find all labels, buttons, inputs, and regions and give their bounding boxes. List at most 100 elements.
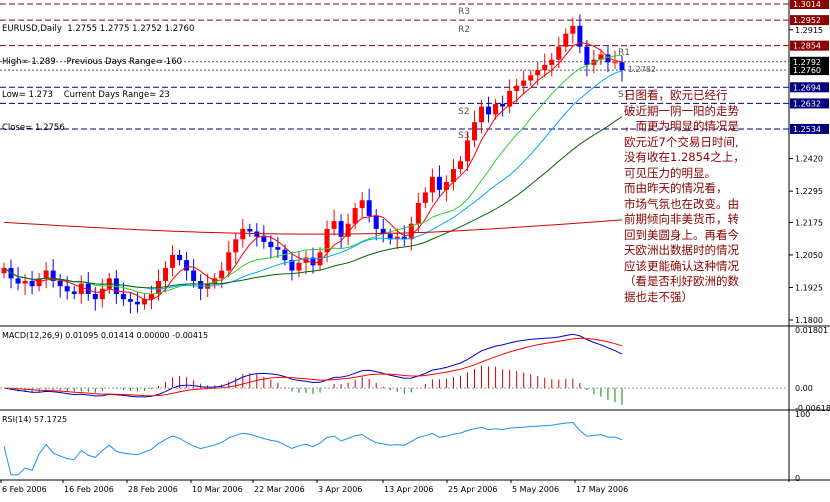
pivot-label-r3: R3 <box>458 7 470 17</box>
analysis-comment: 日图看，欧元已经行 破近期一阴一阳的走势 ，而更为明显的情况是 欧元近7个交易日… <box>624 88 776 305</box>
candle-body <box>261 236 267 242</box>
chart-title: EURUSD,Daily 1.2755 1.2775 1.2752 1.2760 <box>2 24 195 34</box>
price-highlight-label: 1.2534 <box>793 125 821 134</box>
candle-body <box>43 270 49 279</box>
comment-line: （看是否利好欧洲的数 <box>624 274 739 288</box>
candle-body <box>184 260 190 271</box>
price-tick-label: 1.2420 <box>795 155 823 164</box>
date-tick-label: 22 Mar 2006 <box>254 485 305 494</box>
info-line: Low= 1.273 Current Days Range= 23 <box>2 90 170 100</box>
comment-line: 欧元近7个交易日时间, <box>624 134 739 149</box>
candle-body <box>275 247 281 250</box>
price-highlight-label: 1.2952 <box>793 16 821 25</box>
candle-body <box>373 215 379 229</box>
candle-body <box>514 85 520 91</box>
candle-body <box>612 62 618 64</box>
comment-line: 据也走不强） <box>624 289 693 304</box>
pivot-label-s2: S2 <box>458 107 469 117</box>
price-tick-label: 1.2050 <box>795 251 823 260</box>
comment-line: ，而更为明显的情况是 <box>624 119 739 133</box>
price-highlight-label: 1.2760 <box>793 66 821 75</box>
info-line: High= 1.289 Previous Days Range= 160 <box>2 57 183 67</box>
date-tick-label: 17 May 2006 <box>576 485 628 494</box>
comment-line: 破近期一阴一阳的走势 <box>624 103 739 118</box>
price-tag: 1.2782 <box>628 65 656 74</box>
rsi-title: RSI(14) 57.1725 <box>2 415 67 424</box>
candle-body <box>570 25 576 34</box>
rsi-tick-label: 100 <box>795 410 810 419</box>
candle-body <box>233 239 239 253</box>
price-tick-label: 1.1800 <box>795 316 823 325</box>
candle-body <box>331 221 337 229</box>
candle-body <box>226 252 232 271</box>
candle-body <box>64 286 70 292</box>
info-line: Close= 1.2756 <box>2 123 65 133</box>
candle-body <box>127 299 133 302</box>
date-tick-label: 5 May 2006 <box>512 485 559 494</box>
candle-body <box>422 192 428 203</box>
candle-body <box>57 280 63 287</box>
candle-body <box>170 254 176 268</box>
macd-tick-label: 0.01801 <box>795 326 828 335</box>
candle-body <box>191 270 197 281</box>
candle-body <box>584 46 590 65</box>
candle-body <box>549 59 555 65</box>
date-tick-label: 16 Feb 2006 <box>64 485 114 494</box>
candle-body <box>163 267 169 281</box>
candle-body <box>177 254 183 261</box>
date-tick-label: 10 Mar 2006 <box>192 485 243 494</box>
candle-body <box>535 70 541 76</box>
candle-body <box>556 46 562 60</box>
date-tick-label: 25 Apr 2006 <box>448 485 497 494</box>
candle-body <box>296 262 302 271</box>
candle-body <box>247 228 253 232</box>
comment-line: 前期倾向非美货币，转 <box>624 212 739 226</box>
candle-body <box>92 293 98 300</box>
candle-body <box>429 176 435 193</box>
date-tick-label: 28 Feb 2006 <box>128 485 178 494</box>
comment-line: 而由昨天的情况看， <box>624 181 728 195</box>
candle-body <box>359 200 365 209</box>
price-highlight-label: 1.2694 <box>793 83 821 92</box>
candle-body <box>219 270 225 279</box>
candle-body <box>500 103 506 107</box>
comment-line: 没有收在1.2854之上， <box>624 150 745 164</box>
candle-body <box>99 288 105 300</box>
candle-body <box>465 140 470 162</box>
candle-body <box>493 103 499 115</box>
macd-title: MACD(12,26,9) 0.01095 0.01414 0.00000 -0… <box>2 331 208 340</box>
candle-body <box>563 33 569 47</box>
candle-body <box>542 64 548 71</box>
comment-line: 天欧洲出数据时的情况 <box>624 243 739 257</box>
comment-line: 可见压力的明显。 <box>624 165 716 180</box>
rsi-tick-label: 0 <box>795 474 800 483</box>
price-tick-label: 1.1925 <box>795 283 823 292</box>
candle-body <box>120 293 126 300</box>
date-tick-label: 6 Feb 2006 <box>2 485 47 494</box>
candle-body <box>415 202 421 224</box>
pivot-label-r1: R1 <box>618 48 630 58</box>
candle-body <box>15 278 21 284</box>
pivot-label-r2: R2 <box>458 25 470 35</box>
candle-body <box>134 301 140 305</box>
candle-body <box>486 106 492 115</box>
date-tick-label: 3 Apr 2006 <box>318 485 362 494</box>
candle-body <box>521 80 527 86</box>
price-highlight-label: 1.2632 <box>793 99 821 108</box>
ohlc-info-panel: EURUSD,Daily 1.2755 1.2775 1.2752 1.2760… <box>2 2 194 156</box>
comment-line: 市场气氛也在改变。由 <box>624 196 739 211</box>
candle-body <box>436 176 442 190</box>
comment-line: 回到美圆身上。再看今 <box>624 227 739 242</box>
price-highlight-label: 1.3014 <box>793 0 821 9</box>
candle-body <box>457 161 463 170</box>
comment-line: 应该更能确认这种情况 <box>624 258 739 273</box>
candle-body <box>29 280 35 287</box>
macd-tick-label: 0.00 <box>795 384 813 393</box>
candle-body <box>366 200 372 216</box>
chart-window: R3 R2 R1 S1 S2 S3 1.2782 1.2915 1.2420 1.2295 1.21… <box>0 0 830 498</box>
price-tick-label: 1.2295 <box>795 187 823 196</box>
candle-body <box>78 283 84 294</box>
comment-line: 日图看，欧元已经行 <box>624 88 728 102</box>
price-tick-label: 1.2175 <box>795 218 823 227</box>
candle-body <box>479 106 485 123</box>
